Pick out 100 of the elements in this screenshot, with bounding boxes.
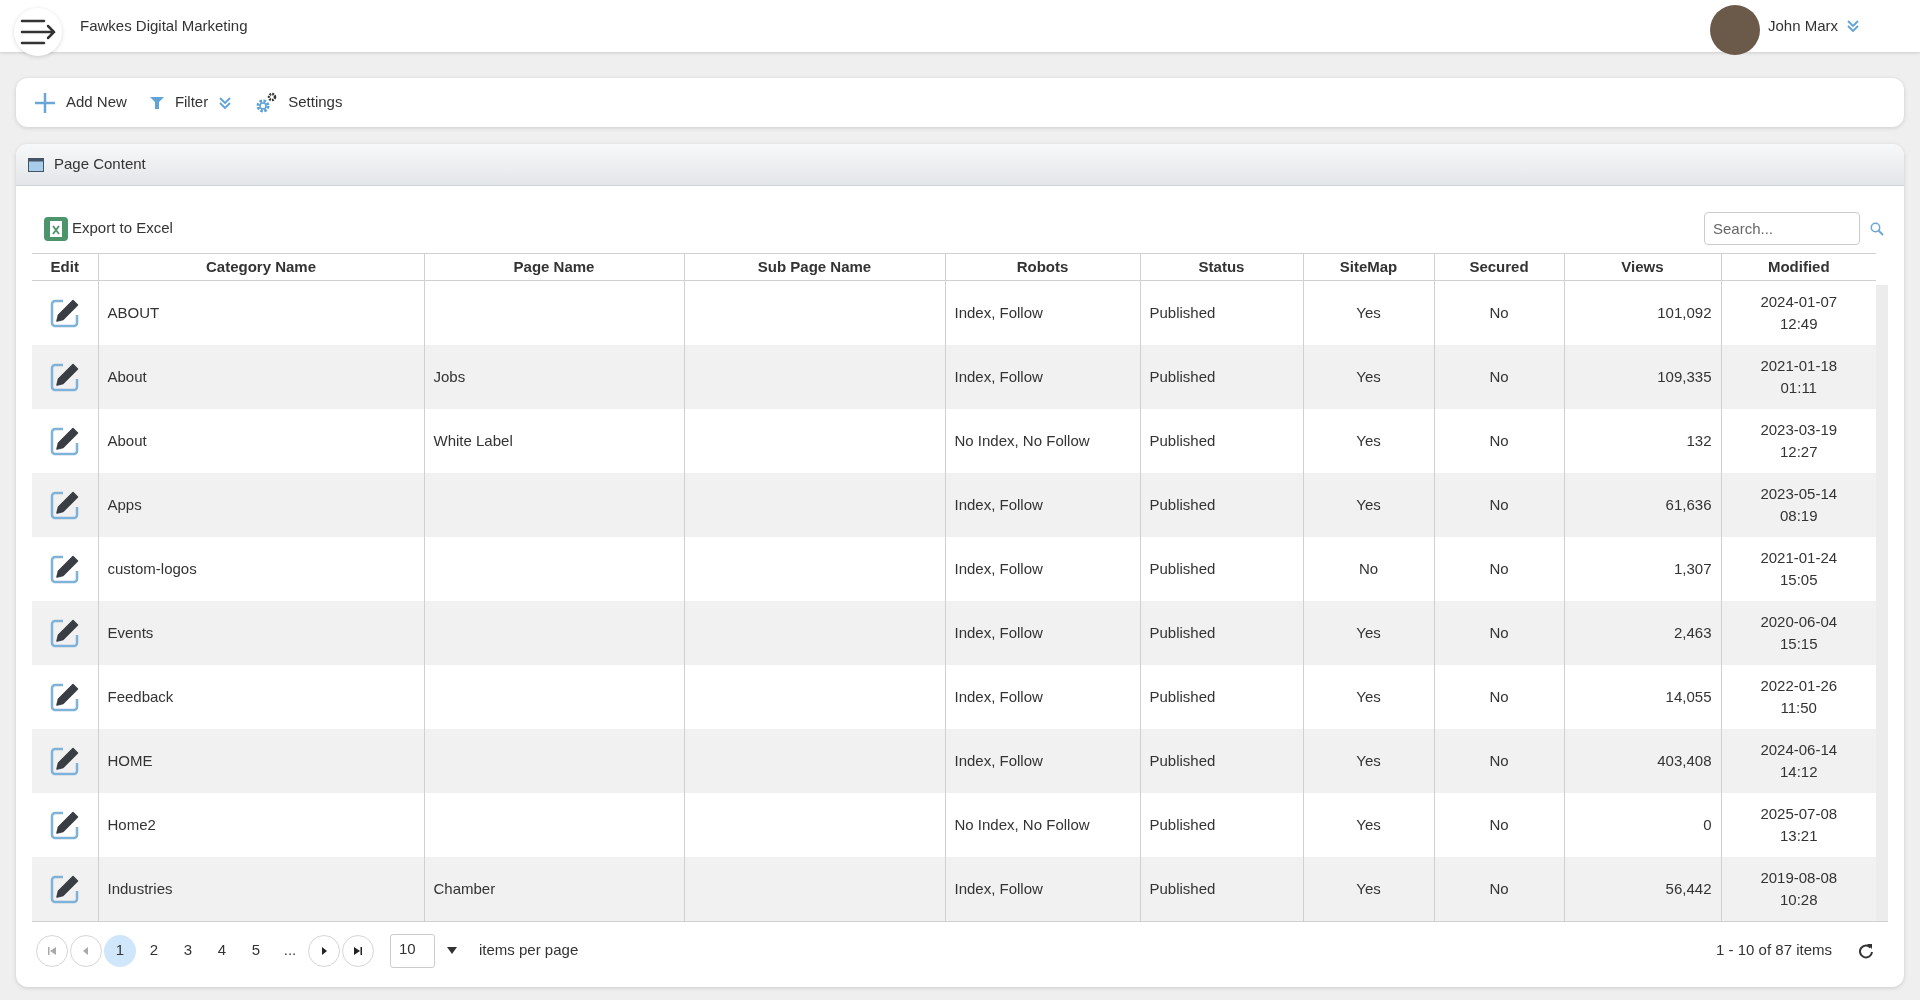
table-cell: Chamber [433,879,496,897]
table-cell: Index, Follow [954,303,1043,321]
dropdown-arrow-icon[interactable] [447,946,457,955]
column-header[interactable]: Page Name [424,253,684,281]
table-cell: 132 [1686,431,1712,449]
table-cell: 2023-03-19 12:27 [1721,409,1876,474]
page-button[interactable]: 3 [172,934,204,967]
table-cell: No [1489,431,1509,449]
table-cell: Yes [1356,815,1381,833]
refresh-icon[interactable] [1858,942,1874,959]
chevron-down-icon [1846,19,1860,33]
table-row[interactable]: About Jobs Index, Follow Published Yes No 109,335 2021-01-18 01:11 [32,345,1876,410]
edit-icon[interactable] [48,553,81,585]
edit-icon[interactable] [48,425,81,458]
table-row[interactable]: HOME Index, Follow Published Yes No 403,408 2024-06-14 14:12 [32,728,1876,793]
table-cell: No [1358,559,1379,577]
table-cell: No [1489,495,1509,513]
table-cell: 2,463 [1673,623,1712,641]
edit-icon[interactable] [48,361,81,394]
export-button[interactable]: Export to Excel [44,216,173,241]
table-row[interactable]: Home2 No Index, No Follow Published Yes No 0 2025-07-08 13:21 [32,792,1876,857]
table-cell: custom-logos [107,559,197,577]
table-cell: Yes [1356,303,1381,321]
toolbar-button[interactable]: Add New [34,91,127,114]
panel-title: Page Content [54,154,146,175]
table-cell: No Index, No Follow [954,815,1090,833]
search-icon[interactable] [1870,221,1884,236]
table-row[interactable]: Feedback Index, Follow Published Yes No 14,055 2022-01-26 11:50 [32,665,1876,729]
page-button[interactable]: ... [274,934,306,967]
column-header[interactable]: Modified [1721,253,1876,281]
table-cell: No [1489,303,1509,321]
table-row[interactable]: ABOUT Index, Follow Published Yes No 101,092 2024-01-07 12:49 [32,280,1876,346]
table-cell: White Label [433,431,513,449]
table-row[interactable]: Industries Chamber Index, Follow Published Yes No 56,442 2019-08-08 10:28 [32,856,1876,921]
chevron-down-icon [218,95,233,110]
menu-button[interactable] [14,8,62,56]
table-cell: ABOUT [107,303,160,321]
page-button[interactable]: 1 [104,934,136,967]
table-cell: Published [1149,815,1216,833]
table-cell: 2024-01-07 12:49 [1721,280,1876,346]
table-row[interactable]: custom-logos Index, Follow Published No No 1,307 2021-01-24 15:05 [32,537,1876,601]
app-title: Fawkes Digital Marketing [80,15,248,36]
table-cell: 2023-05-14 08:19 [1721,473,1876,537]
table-cell: No [1489,751,1509,769]
table-cell: Published [1149,431,1216,449]
table-cell: 101,092 [1657,303,1712,321]
table-cell: Published [1149,687,1216,705]
table-cell: No [1489,623,1509,641]
table-cell: Index, Follow [954,687,1043,705]
column-header[interactable]: Edit [32,253,98,281]
table-cell: About [107,367,147,385]
table-row[interactable]: Events Index, Follow Published Yes No 2,463 2020-06-04 15:15 [32,601,1876,665]
last-page-button[interactable] [342,934,374,967]
spreadsheet-icon [44,216,68,241]
table-cell: Published [1149,367,1216,385]
page-button[interactable]: 4 [206,934,238,967]
search-field[interactable]: Search... [1704,212,1860,245]
table-cell: 14,055 [1665,687,1712,705]
table-cell: 0 [1703,815,1712,833]
table-cell: Published [1149,879,1216,897]
plus-icon [34,91,56,114]
column-header[interactable]: Secured [1434,253,1564,281]
table-cell: About [107,431,147,449]
column-header[interactable]: Robots [945,253,1140,281]
arrow-icon [81,945,91,956]
window-icon [28,157,44,172]
table-cell: 56,442 [1665,879,1712,897]
table-cell: 109,335 [1657,367,1712,385]
toolbar-button[interactable]: Settings [254,91,343,114]
column-header[interactable]: SiteMap [1303,253,1434,281]
table-cell: Published [1149,623,1216,641]
table-cell: No [1489,559,1509,577]
table-cell: Jobs [433,367,466,385]
table-cell: Yes [1356,367,1381,385]
edit-icon[interactable] [48,297,81,330]
arrow-icon [319,945,329,956]
table-cell: Yes [1356,751,1381,769]
page-size-field[interactable]: 10 [390,933,435,968]
table-cell: Published [1149,559,1216,577]
edit-icon[interactable] [48,617,81,649]
filter-icon [148,94,165,111]
table-cell: 2024-06-14 14:12 [1721,728,1876,793]
column-header[interactable]: Views [1564,253,1721,281]
column-header[interactable]: Sub Page Name [684,253,945,281]
table-cell: Feedback [107,687,174,705]
table-row[interactable]: Apps Index, Follow Published Yes No 61,636 2023-05-14 08:19 [32,473,1876,537]
page-button[interactable]: 5 [240,934,272,967]
page-button[interactable]: 2 [138,934,170,967]
table-cell: No [1489,815,1509,833]
arrow-icon [353,945,363,956]
table-cell: 2021-01-24 15:05 [1721,537,1876,601]
toolbar-button[interactable]: Filter [148,91,233,114]
item-count: 1 - 10 of 87 items [1716,940,1832,961]
user-name[interactable]: John Marx [1767,14,1838,38]
table-row[interactable]: About White Label No Index, No Follow Published Yes No 132 2023-03-19 12:27 [32,409,1876,474]
table-cell: Home2 [107,815,156,833]
edit-icon[interactable] [48,489,81,521]
table-cell: Events [107,623,154,641]
column-header[interactable]: Category Name [98,253,424,281]
column-header[interactable]: Status [1140,253,1303,281]
